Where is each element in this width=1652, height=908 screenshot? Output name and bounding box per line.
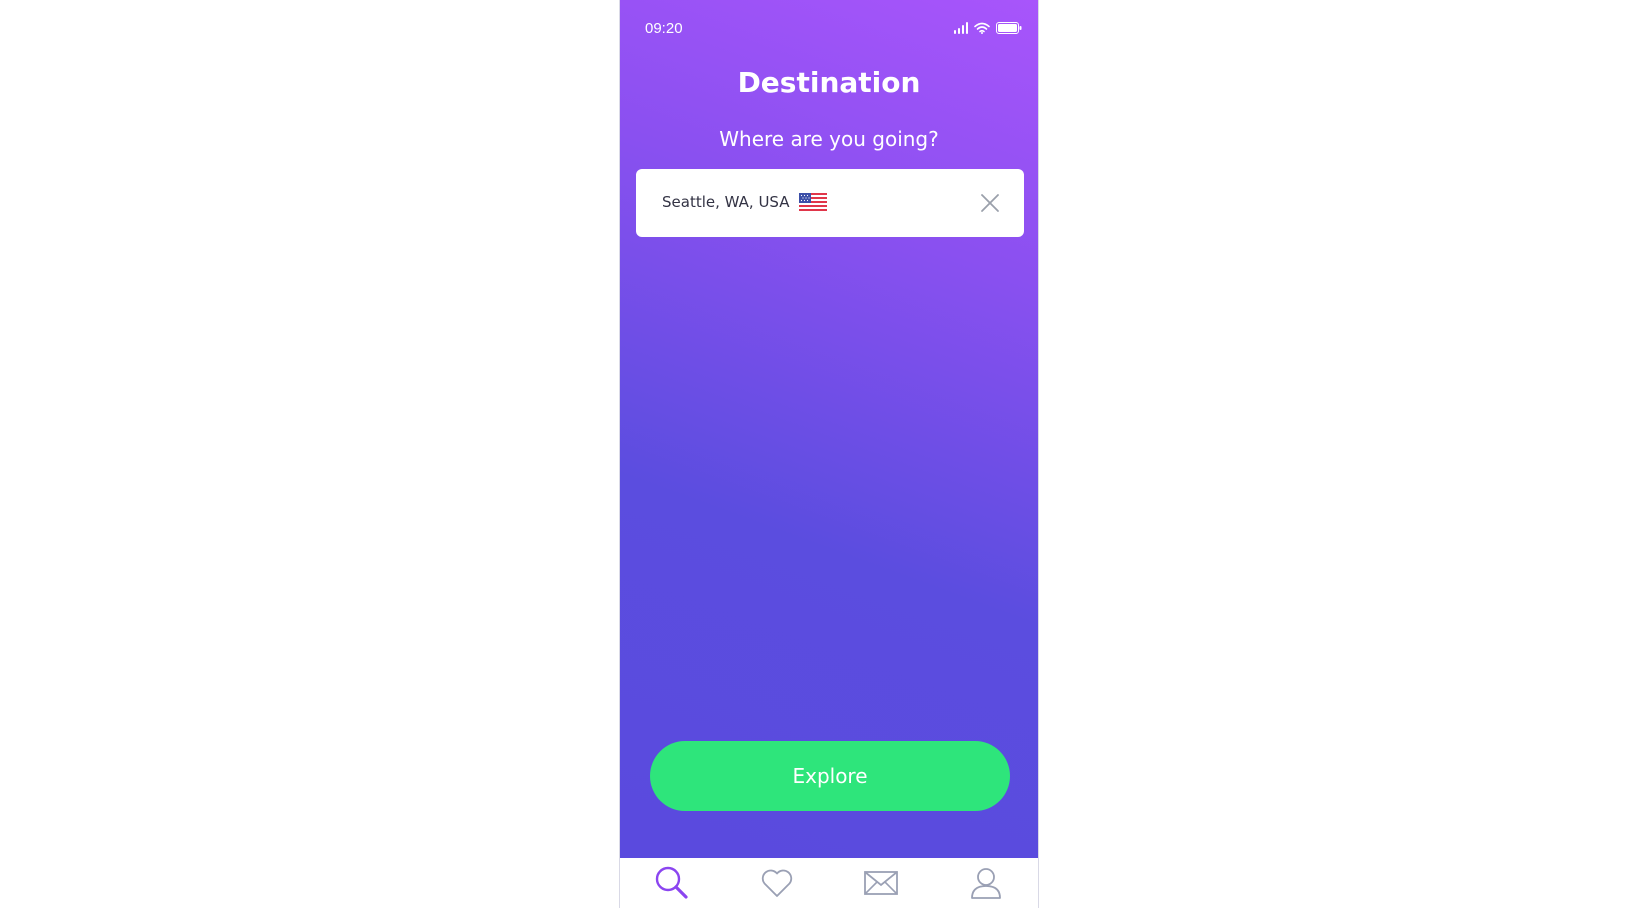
status-icons (954, 22, 1022, 34)
destination-input[interactable]: Seattle, WA, USA (636, 169, 1024, 237)
tab-profile[interactable] (966, 863, 1006, 903)
page-title: Destination (737, 66, 921, 99)
destination-value: Seattle, WA, USA (662, 193, 827, 211)
close-icon (981, 194, 999, 212)
tab-messages[interactable] (861, 863, 901, 903)
status-time: 09:20 (645, 20, 683, 37)
destination-text: Seattle, WA, USA (662, 193, 790, 211)
page-subtitle: Where are you going? (719, 127, 939, 151)
tab-bar (620, 858, 1038, 908)
destination-screen: 09:20 Destination Where are you going? S… (620, 0, 1038, 858)
explore-button[interactable]: Explore (650, 741, 1010, 811)
mail-icon (864, 871, 899, 895)
profile-icon (970, 868, 1001, 899)
tab-search[interactable] (652, 863, 692, 903)
tab-favorites[interactable] (757, 863, 797, 903)
us-flag-icon (798, 193, 827, 211)
phone-frame: 09:20 Destination Where are you going? S… (619, 0, 1039, 908)
status-bar: 09:20 (620, 0, 1038, 58)
heart-icon (761, 869, 792, 897)
search-icon (656, 866, 688, 899)
battery-icon (996, 22, 1022, 34)
clear-button[interactable] (978, 191, 1002, 215)
wifi-icon (974, 22, 990, 34)
signal-icon (954, 22, 968, 34)
